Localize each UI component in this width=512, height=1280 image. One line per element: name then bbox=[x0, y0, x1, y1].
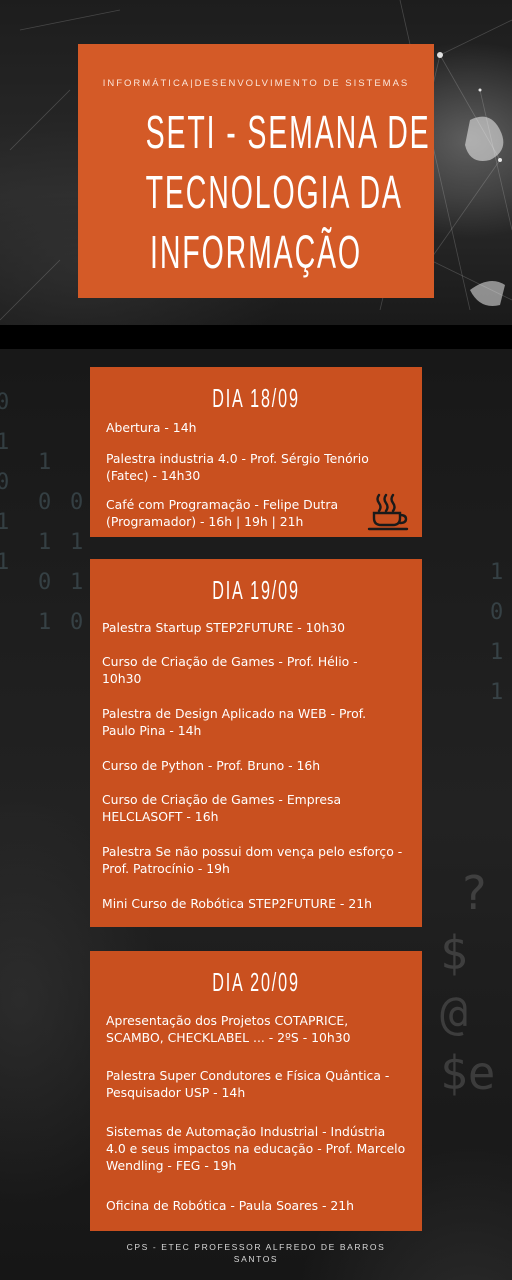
svg-text:$: $ bbox=[440, 926, 468, 980]
svg-text:0: 0 bbox=[0, 390, 9, 415]
schedule-item: Café com Programação - Felipe Dutra (Pro… bbox=[106, 497, 339, 529]
svg-text:0: 0 bbox=[70, 490, 83, 515]
svg-text:@: @ bbox=[440, 986, 468, 1040]
schedule-item: Curso de Python - Prof. Bruno - 16h bbox=[102, 758, 321, 773]
event-title: SETI - SEMANA DE TECNOLOGIA DA INFORMAÇÃ… bbox=[145, 102, 431, 282]
schedule-item: Mini Curso de Robótica STEP2FUTURE - 21h bbox=[102, 896, 372, 911]
svg-text:1: 1 bbox=[38, 530, 51, 555]
title-panel: INFORMÁTICA|DESENVOLVIMENTO DE SISTEMAS … bbox=[78, 44, 434, 298]
day-title: DIA 19/09 bbox=[212, 575, 300, 605]
svg-text:1: 1 bbox=[38, 610, 51, 635]
svg-text:1: 1 bbox=[490, 560, 503, 585]
svg-text:0: 0 bbox=[490, 600, 503, 625]
schedule-item: Palestra Se não possui dom vença pelo es… bbox=[102, 844, 403, 876]
svg-text:1: 1 bbox=[70, 530, 83, 555]
event-title-line-2: TECNOLOGIA DA bbox=[145, 166, 403, 218]
svg-text:1: 1 bbox=[0, 430, 9, 455]
event-title-line-3: INFORMAÇÃO bbox=[150, 226, 362, 278]
day-title: DIA 20/09 bbox=[212, 967, 300, 997]
schedule-item: Sistemas de Automação Industrial - Indús… bbox=[106, 1124, 406, 1173]
footer-line-2: SANTOS bbox=[233, 1254, 279, 1264]
svg-text:1: 1 bbox=[0, 550, 9, 575]
svg-text:1: 1 bbox=[38, 450, 51, 475]
schedule-item: Oficina de Robótica - Paula Soares - 21h bbox=[106, 1198, 354, 1213]
schedule-item: Palestra Startup STEP2FUTURE - 10h30 bbox=[102, 620, 346, 635]
day-card-20: DIA 20/09 Apresentação dos Projetos COTA… bbox=[90, 951, 422, 1231]
svg-text:0: 0 bbox=[0, 470, 9, 495]
svg-text:1: 1 bbox=[0, 510, 9, 535]
svg-text:1: 1 bbox=[70, 570, 83, 595]
event-title-line-1: SETI - SEMANA DE bbox=[145, 106, 431, 158]
svg-text:0: 0 bbox=[38, 490, 51, 515]
day-card-19: DIA 19/09 Palestra Startup STEP2FUTURE -… bbox=[90, 559, 422, 927]
schedule-item: Curso de Criação de Games - Prof. Hélio … bbox=[102, 654, 358, 686]
divider-band bbox=[0, 325, 512, 349]
day-title: DIA 18/09 bbox=[212, 383, 300, 413]
schedule-item: Curso de Criação de Games - Empresa HELC… bbox=[102, 792, 342, 824]
schedule-item: Apresentação dos Projetos COTAPRICE, SCA… bbox=[106, 1013, 351, 1045]
schedule-item: Palestra industria 4.0 - Prof. Sérgio Te… bbox=[106, 451, 369, 483]
svg-text:0: 0 bbox=[70, 610, 83, 635]
footer-line-1: CPS - ETEC PROFESSOR ALFREDO DE BARROS bbox=[126, 1242, 386, 1252]
svg-text:1: 1 bbox=[490, 680, 503, 705]
schedule-item: Abertura - 14h bbox=[106, 420, 197, 435]
schedule-item: Palestra de Design Aplicado na WEB - Pro… bbox=[102, 706, 367, 738]
schedule-item: Palestra Super Condutores e Física Quânt… bbox=[106, 1068, 390, 1100]
svg-text:0: 0 bbox=[38, 570, 51, 595]
school-footer: CPS - ETEC PROFESSOR ALFREDO DE BARROS S… bbox=[100, 1241, 412, 1265]
coffee-cup-icon bbox=[367, 493, 409, 531]
svg-text:$e: $e bbox=[440, 1046, 495, 1100]
course-kicker: INFORMÁTICA|DESENVOLVIMENTO DE SISTEMAS bbox=[102, 78, 410, 89]
svg-text:?: ? bbox=[460, 866, 488, 920]
svg-text:1: 1 bbox=[490, 640, 503, 665]
